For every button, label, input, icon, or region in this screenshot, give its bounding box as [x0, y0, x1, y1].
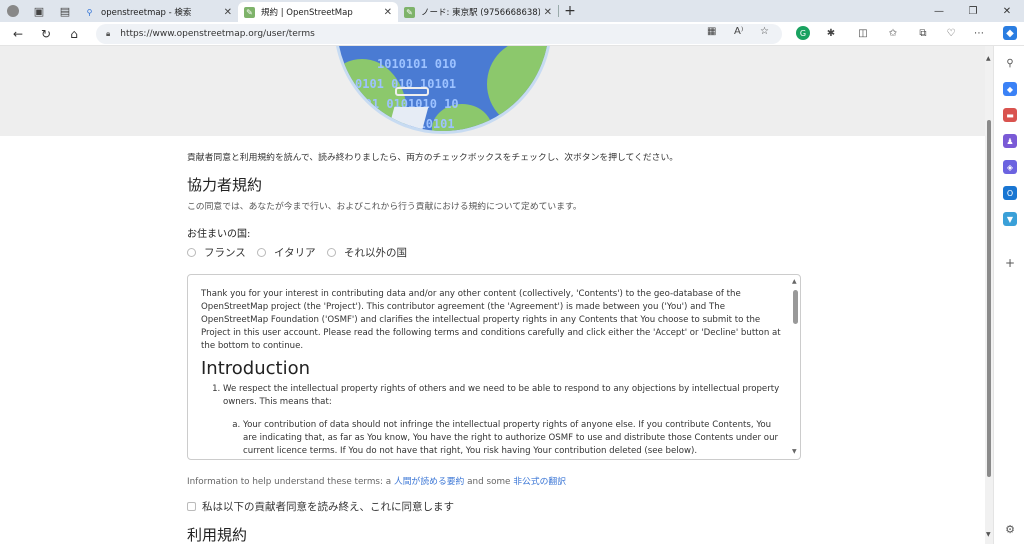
terms-list: We respect the intellectual property rig… — [223, 383, 781, 458]
split-screen-icon[interactable]: ◫ — [856, 26, 870, 40]
terms-text: Thank you for your interest in contribut… — [201, 288, 781, 458]
agree-contributor-terms[interactable]: 私は以下の貢献者同意を読み終え、これに同意します — [187, 499, 454, 514]
app-available-icon[interactable]: ▦ — [707, 26, 716, 37]
terms-paragraph: Thank you for your interest in contribut… — [201, 289, 781, 351]
tab-strip: ▣ ▤ ⚲ openstreetmap - 検索 ✕ ✎ 規約 | OpenSt… — [0, 0, 1024, 22]
close-icon[interactable]: ✕ — [544, 7, 552, 18]
close-window-icon[interactable]: ✕ — [990, 0, 1024, 22]
edge-sidebar: ⚲ ◆ ▬ ♟ ◈ O ▼ + ⚙ — [993, 46, 1024, 544]
scroll-down-arrow-icon[interactable]: ▼ — [986, 531, 991, 538]
favorites-icon[interactable]: ✩ — [886, 26, 900, 40]
list-item: Your contribution of data should not inf… — [243, 419, 781, 458]
terms-sublist: Your contribution of data should not inf… — [243, 419, 781, 458]
radio-italy[interactable]: イタリア — [257, 245, 316, 260]
agree-checkbox[interactable] — [187, 502, 196, 511]
radio-rest-of-world[interactable]: それ以外の国 — [327, 245, 407, 260]
help-text: Information to help understand these ter… — [187, 477, 567, 487]
restore-icon[interactable]: ❐ — [956, 0, 990, 22]
copilot-icon[interactable]: ◆ — [1003, 26, 1017, 40]
url-text[interactable]: https://www.openstreetmap.org/user/terms — [120, 29, 315, 39]
minimize-icon[interactable]: — — [922, 0, 956, 22]
workspaces-icon[interactable]: ▣ — [26, 0, 52, 22]
page-scrollbar[interactable]: ▲ ▼ — [985, 46, 993, 544]
lock-icon[interactable]: 🔒︎ — [106, 29, 110, 39]
list-item: We respect the intellectual property rig… — [223, 383, 781, 458]
scroll-up-arrow-icon[interactable]: ▲ — [792, 278, 797, 285]
new-tab-button[interactable]: + — [559, 0, 581, 22]
radio-button[interactable] — [327, 248, 336, 257]
terms-scrollbar[interactable]: ▲ ▼ — [791, 276, 800, 459]
osm-logo-globe: 1010101 010 0101 010 10101 10101 0101010… — [334, 46, 552, 134]
contributor-terms-subtitle: この同意では、あなたが今まで行い、およびこれから行う貢献における規約について定め… — [187, 202, 582, 212]
tab-node[interactable]: ✎ ノード: 東京駅 (9756668638) | Ope ✕ — [398, 2, 558, 22]
games-icon[interactable]: ♟ — [1003, 134, 1017, 148]
shopping-tag-icon[interactable]: ◆ — [1003, 82, 1017, 96]
osm-icon: ✎ — [244, 6, 255, 18]
search-icon[interactable]: ⚲ — [1003, 56, 1017, 70]
page-content: 1010101 010 0101 010 10101 10101 0101010… — [0, 46, 985, 544]
sidebar-settings-gear-icon[interactable]: ⚙ — [1003, 522, 1017, 536]
instructions-text: 貢献者同意と利用規約を読んで、読み終わりましたら、両方のチェックボックスをチェッ… — [187, 153, 679, 163]
window-controls: — ❐ ✕ — [922, 0, 1024, 22]
tools-briefcase-icon[interactable]: ▬ — [1003, 108, 1017, 122]
human-readable-summary-link[interactable]: 人間が読める要約 — [394, 477, 464, 487]
terms-scroll-thumb[interactable] — [793, 290, 798, 324]
globe-binary-pattern: 1010101 010 — [377, 57, 457, 71]
tab-terms[interactable]: ✎ 規約 | OpenStreetMap ✕ — [238, 2, 398, 22]
unofficial-translations-link[interactable]: 非公式の翻訳 — [513, 477, 566, 487]
browser-toolbar: ← ↻ ⌂ 🔒︎ https://www.openstreetmap.org/u… — [0, 22, 1024, 46]
contributor-terms-frame[interactable]: Thank you for your interest in contribut… — [187, 274, 801, 460]
contributor-terms-title: 協力者規約 — [187, 176, 263, 194]
scroll-down-arrow-icon[interactable]: ▼ — [792, 448, 797, 455]
radio-button[interactable] — [187, 248, 196, 257]
read-aloud-icon[interactable]: A⁾ — [734, 26, 743, 37]
home-button[interactable]: ⌂ — [60, 22, 88, 46]
collections-icon[interactable]: ⧉ — [916, 26, 930, 40]
search-icon: ⚲ — [86, 7, 93, 17]
more-menu-icon[interactable]: ⋯ — [972, 26, 986, 40]
outlook-icon[interactable]: O — [1003, 186, 1017, 200]
terms-of-use-title: 利用規約 — [187, 526, 248, 544]
tab-search[interactable]: ⚲ openstreetmap - 検索 ✕ — [78, 2, 238, 22]
terms-heading: Introduction — [201, 358, 311, 379]
glasses-shape — [395, 87, 429, 96]
grammarly-icon[interactable]: G — [796, 26, 810, 40]
favorite-star-icon[interactable]: ☆ — [760, 26, 769, 37]
extensions-icon[interactable]: ✱ — [824, 26, 838, 40]
microsoft-365-icon[interactable]: ◈ — [1003, 160, 1017, 174]
close-icon[interactable]: ✕ — [224, 7, 232, 18]
add-sidebar-app-icon[interactable]: + — [1003, 256, 1017, 270]
profile-avatar[interactable] — [0, 0, 26, 22]
refresh-button[interactable]: ↻ — [32, 22, 60, 46]
close-icon[interactable]: ✕ — [384, 7, 392, 18]
osm-icon: ✎ — [404, 6, 415, 18]
designer-icon[interactable]: ▼ — [1003, 212, 1017, 226]
scroll-up-arrow-icon[interactable]: ▲ — [986, 55, 991, 62]
residence-label: お住まいの国: — [187, 229, 251, 240]
browser-essentials-icon[interactable]: ♡ — [944, 26, 958, 40]
address-bar[interactable]: 🔒︎ https://www.openstreetmap.org/user/te… — [96, 24, 782, 44]
globe-land — [487, 46, 549, 129]
page-scroll-thumb[interactable] — [987, 120, 991, 477]
vertical-tabs-icon[interactable]: ▤ — [52, 0, 78, 22]
radio-france[interactable]: フランス — [187, 245, 246, 260]
page-header-banner: 1010101 010 0101 010 10101 10101 0101010… — [0, 46, 985, 136]
radio-button[interactable] — [257, 248, 266, 257]
back-button[interactable]: ← — [4, 22, 32, 46]
